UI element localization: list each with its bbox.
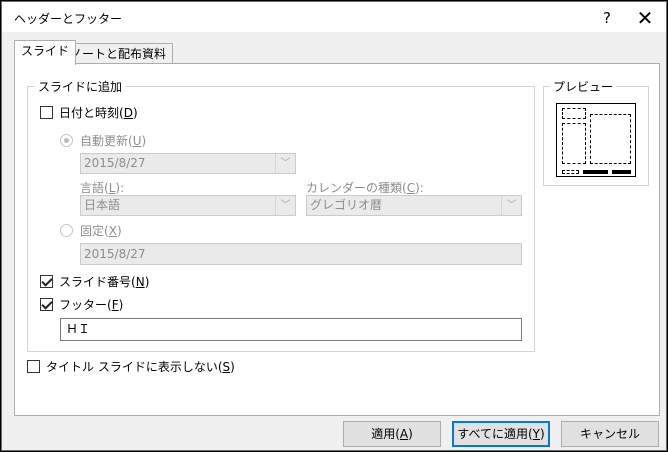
auto-update-radio[interactable]: 自動更新(U) [60, 132, 146, 149]
hide-title-label: タイトル スライドに表示しない [46, 360, 218, 374]
cancel-button[interactable]: キャンセル [561, 421, 659, 447]
preview-left-placeholder [562, 123, 586, 164]
date-time-checkbox-box[interactable] [40, 106, 53, 119]
chevron-down-icon[interactable]: ﹀ [275, 196, 295, 215]
chevron-down-icon[interactable]: ﹀ [501, 196, 521, 215]
dialog-title: ヘッダーとフッター [14, 12, 123, 26]
apply-button-label: 適用 [371, 427, 396, 441]
add-to-slide-group: スライドに追加 日付と時刻(D) 自動更新(U) 2015/8/27 ﹀ 言語(… [27, 78, 535, 352]
auto-date-combo[interactable]: 2015/8/27 ﹀ [80, 153, 296, 174]
calendar-value: グレゴリオ暦 [310, 198, 383, 212]
apply-accel: A [399, 427, 409, 441]
footer-accel: F [111, 297, 119, 312]
language-value: 日本語 [84, 198, 121, 212]
language-label: 言語 [80, 181, 105, 195]
calendar-label: カレンダーの種類 [306, 181, 403, 195]
fixed-accel: X [108, 223, 117, 238]
group-legend: スライドに追加 [35, 78, 126, 95]
fixed-date-value: 2015/8/27 [84, 247, 146, 261]
slide-number-label: スライド番号 [59, 275, 132, 289]
preview-date-placeholder [562, 170, 579, 174]
footer-checkbox-box[interactable] [40, 298, 53, 311]
fixed-radio[interactable]: 固定(X) [60, 222, 122, 239]
preview-footer-placeholder [583, 170, 608, 174]
date-time-checkbox[interactable]: 日付と時刻(D) [40, 104, 138, 121]
preview-group: プレビュー [543, 78, 649, 186]
tab-slide[interactable]: スライド [14, 40, 77, 65]
fixed-date-field[interactable]: 2015/8/27 [80, 243, 522, 265]
date-time-label: 日付と時刻 [59, 106, 120, 120]
title-bar: ヘッダーとフッター ? ✕ [2, 2, 666, 32]
apply-all-button-label: すべてに適用 [457, 427, 528, 441]
auto-update-accel: U [132, 133, 142, 148]
apply-button[interactable]: 適用(A) [343, 421, 441, 447]
close-icon[interactable]: ✕ [630, 6, 660, 30]
slide-preview [556, 103, 636, 177]
auto-update-radio-dot[interactable] [60, 134, 73, 147]
language-label-row: 言語(L): [80, 180, 125, 196]
date-time-accel: D [123, 105, 133, 120]
language-accel: L [108, 180, 116, 195]
preview-title-placeholder [562, 108, 586, 119]
footer-label: フッター [59, 298, 108, 312]
footer-text-value: ＨＩ [66, 322, 91, 336]
slide-number-accel: N [135, 274, 145, 289]
auto-update-label: 自動更新 [80, 134, 129, 148]
chevron-down-icon[interactable]: ﹀ [275, 154, 295, 173]
preview-number-placeholder [612, 170, 631, 174]
preview-right-placeholder [590, 114, 631, 164]
auto-date-value: 2015/8/27 [84, 156, 146, 170]
calendar-combo[interactable]: グレゴリオ暦 ﹀ [306, 195, 522, 216]
fixed-label: 固定 [80, 224, 105, 238]
hide-title-checkbox-box[interactable] [27, 360, 40, 373]
header-footer-dialog: ヘッダーとフッター ? ✕ スライド ノートと配布資料 スライドに追加 日付と時… [1, 1, 667, 451]
calendar-label-row: カレンダーの種類(C): [306, 180, 424, 196]
calendar-accel: C [406, 180, 416, 195]
footer-checkbox[interactable]: フッター(F) [40, 296, 123, 313]
language-combo[interactable]: 日本語 ﹀ [80, 195, 296, 216]
hide-title-checkbox[interactable]: タイトル スライドに表示しない(S) [27, 358, 235, 375]
apply-all-accel: Y [532, 427, 541, 441]
footer-text-input[interactable]: ＨＩ [60, 318, 522, 341]
tab-panel: スライドに追加 日付と時刻(D) 自動更新(U) 2015/8/27 ﹀ 言語(… [14, 63, 660, 416]
apply-all-button[interactable]: すべてに適用(Y) [452, 421, 550, 447]
help-icon[interactable]: ? [592, 6, 622, 30]
hide-title-accel: S [222, 359, 231, 374]
slide-number-checkbox-box[interactable] [40, 275, 53, 288]
preview-legend: プレビュー [550, 78, 617, 95]
fixed-radio-dot[interactable] [60, 224, 73, 237]
slide-number-checkbox[interactable]: スライド番号(N) [40, 273, 149, 290]
tab-notes-handouts[interactable]: ノートと配布資料 [63, 43, 174, 65]
